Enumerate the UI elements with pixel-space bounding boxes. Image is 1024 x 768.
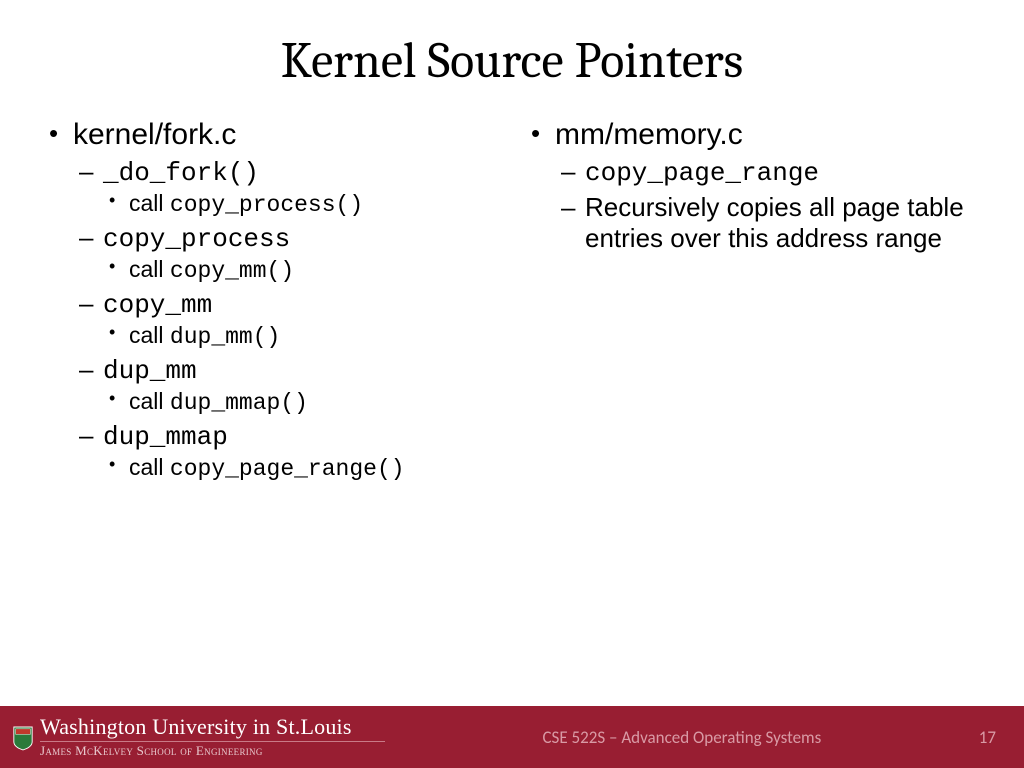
- call-word: call: [129, 190, 164, 216]
- called-fn: copy_process(): [170, 192, 363, 218]
- list-item: _do_fork() call copy_process(): [73, 156, 497, 218]
- list-item: dup_mmap call copy_page_range(): [73, 420, 497, 482]
- list-item: copy_page_range: [555, 156, 979, 188]
- file-name: mm/memory.c: [555, 118, 743, 151]
- function-name: copy_page_range: [585, 158, 819, 188]
- list-item: copy_process call copy_mm(): [73, 222, 497, 284]
- school-name: James McKelvey School of Engineering: [40, 744, 385, 758]
- called-fn: copy_mm(): [170, 258, 294, 284]
- called-fn: dup_mm(): [170, 324, 280, 350]
- call-word: call: [129, 388, 164, 414]
- slide-title: Kernel Source Pointers: [0, 0, 1024, 118]
- logo-block: Washington University in St.Louis James …: [12, 715, 385, 758]
- right-column: mm/memory.c copy_page_range Recursively …: [512, 118, 994, 706]
- shield-icon: [12, 725, 34, 751]
- function-name: dup_mmap: [103, 422, 228, 452]
- list-item: call copy_process(): [103, 190, 497, 218]
- university-name: Washington University in St.Louis: [40, 715, 385, 739]
- file-name: kernel/fork.c: [73, 118, 236, 151]
- list-item: call dup_mm(): [103, 322, 497, 350]
- call-word: call: [129, 454, 164, 480]
- list-item: call copy_mm(): [103, 256, 497, 284]
- function-name: dup_mm: [103, 356, 197, 386]
- call-word: call: [129, 322, 164, 348]
- page-number: 17: [979, 727, 1004, 748]
- call-word: call: [129, 256, 164, 282]
- course-label: CSE 522S – Advanced Operating Systems: [385, 727, 979, 748]
- list-item: call dup_mmap(): [103, 388, 497, 416]
- left-column: kernel/fork.c _do_fork() call copy_proce…: [30, 118, 512, 706]
- function-name: _do_fork(): [103, 158, 259, 188]
- footer-bar: Washington University in St.Louis James …: [0, 706, 1024, 768]
- called-fn: copy_page_range(): [170, 456, 405, 482]
- list-item: dup_mm call dup_mmap(): [73, 354, 497, 416]
- list-item: Recursively copies all page table entrie…: [555, 192, 979, 254]
- wordmark: Washington University in St.Louis James …: [40, 715, 385, 758]
- function-name: copy_mm: [103, 290, 212, 320]
- divider-line: [40, 741, 385, 742]
- content-area: kernel/fork.c _do_fork() call copy_proce…: [0, 118, 1024, 706]
- list-item: call copy_page_range(): [103, 454, 497, 482]
- list-item: copy_mm call dup_mm(): [73, 288, 497, 350]
- description-text: Recursively copies all page table entrie…: [585, 192, 964, 253]
- slide: Kernel Source Pointers kernel/fork.c _do…: [0, 0, 1024, 768]
- list-item: kernel/fork.c _do_fork() call copy_proce…: [45, 118, 497, 482]
- called-fn: dup_mmap(): [170, 390, 308, 416]
- list-item: mm/memory.c copy_page_range Recursively …: [527, 118, 979, 254]
- function-name: copy_process: [103, 224, 290, 254]
